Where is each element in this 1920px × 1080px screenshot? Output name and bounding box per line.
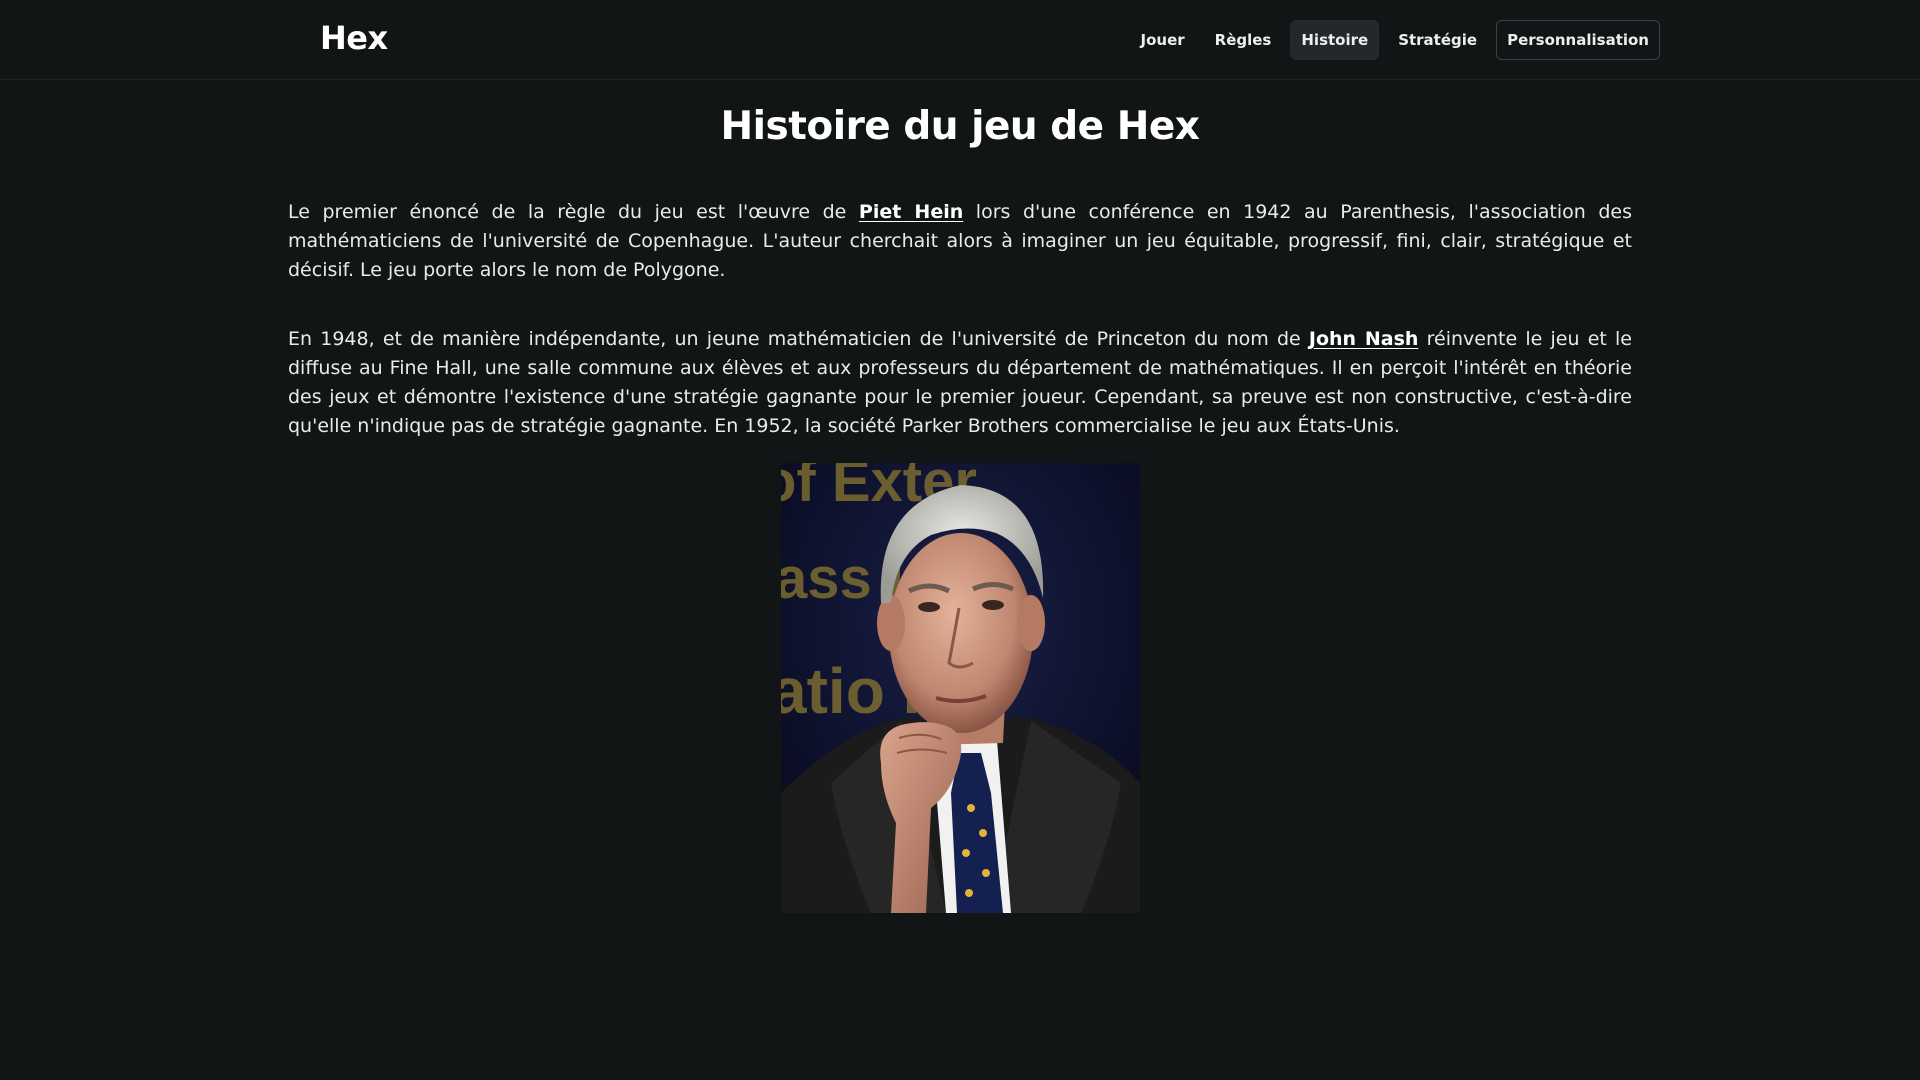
- nav-strategie[interactable]: Stratégie: [1387, 20, 1488, 60]
- paragraph-john-nash: En 1948, et de manière indépendante, un …: [288, 325, 1632, 441]
- paragraph-text: Le premier énoncé de la règle du jeu est…: [288, 201, 859, 223]
- history-content: Le premier énoncé de la règle du jeu est…: [288, 198, 1632, 481]
- nav-jouer[interactable]: Jouer: [1130, 20, 1196, 60]
- paragraph-piet-hein: Le premier énoncé de la règle du jeu est…: [288, 198, 1632, 285]
- paragraph-text: En 1948, et de manière indépendante, un …: [288, 328, 1309, 350]
- john-nash-link[interactable]: John Nash: [1309, 328, 1419, 350]
- main-nav: Jouer Règles Histoire Stratégie Personna…: [1130, 20, 1660, 60]
- nav-personnalisation[interactable]: Personnalisation: [1496, 20, 1660, 60]
- john-nash-portrait: of Exter ass ion atio Inc: [781, 463, 1140, 913]
- nav-histoire[interactable]: Histoire: [1290, 20, 1380, 60]
- brand-logo[interactable]: Hex: [320, 19, 388, 57]
- page-title: Histoire du jeu de Hex: [720, 104, 1200, 149]
- portrait-illustration: of Exter ass ion atio Inc: [781, 463, 1140, 913]
- piet-hein-link[interactable]: Piet Hein: [859, 201, 963, 223]
- top-navigation-bar: Hex Jouer Règles Histoire Stratégie Pers…: [0, 0, 1920, 80]
- nav-regles[interactable]: Règles: [1204, 20, 1283, 60]
